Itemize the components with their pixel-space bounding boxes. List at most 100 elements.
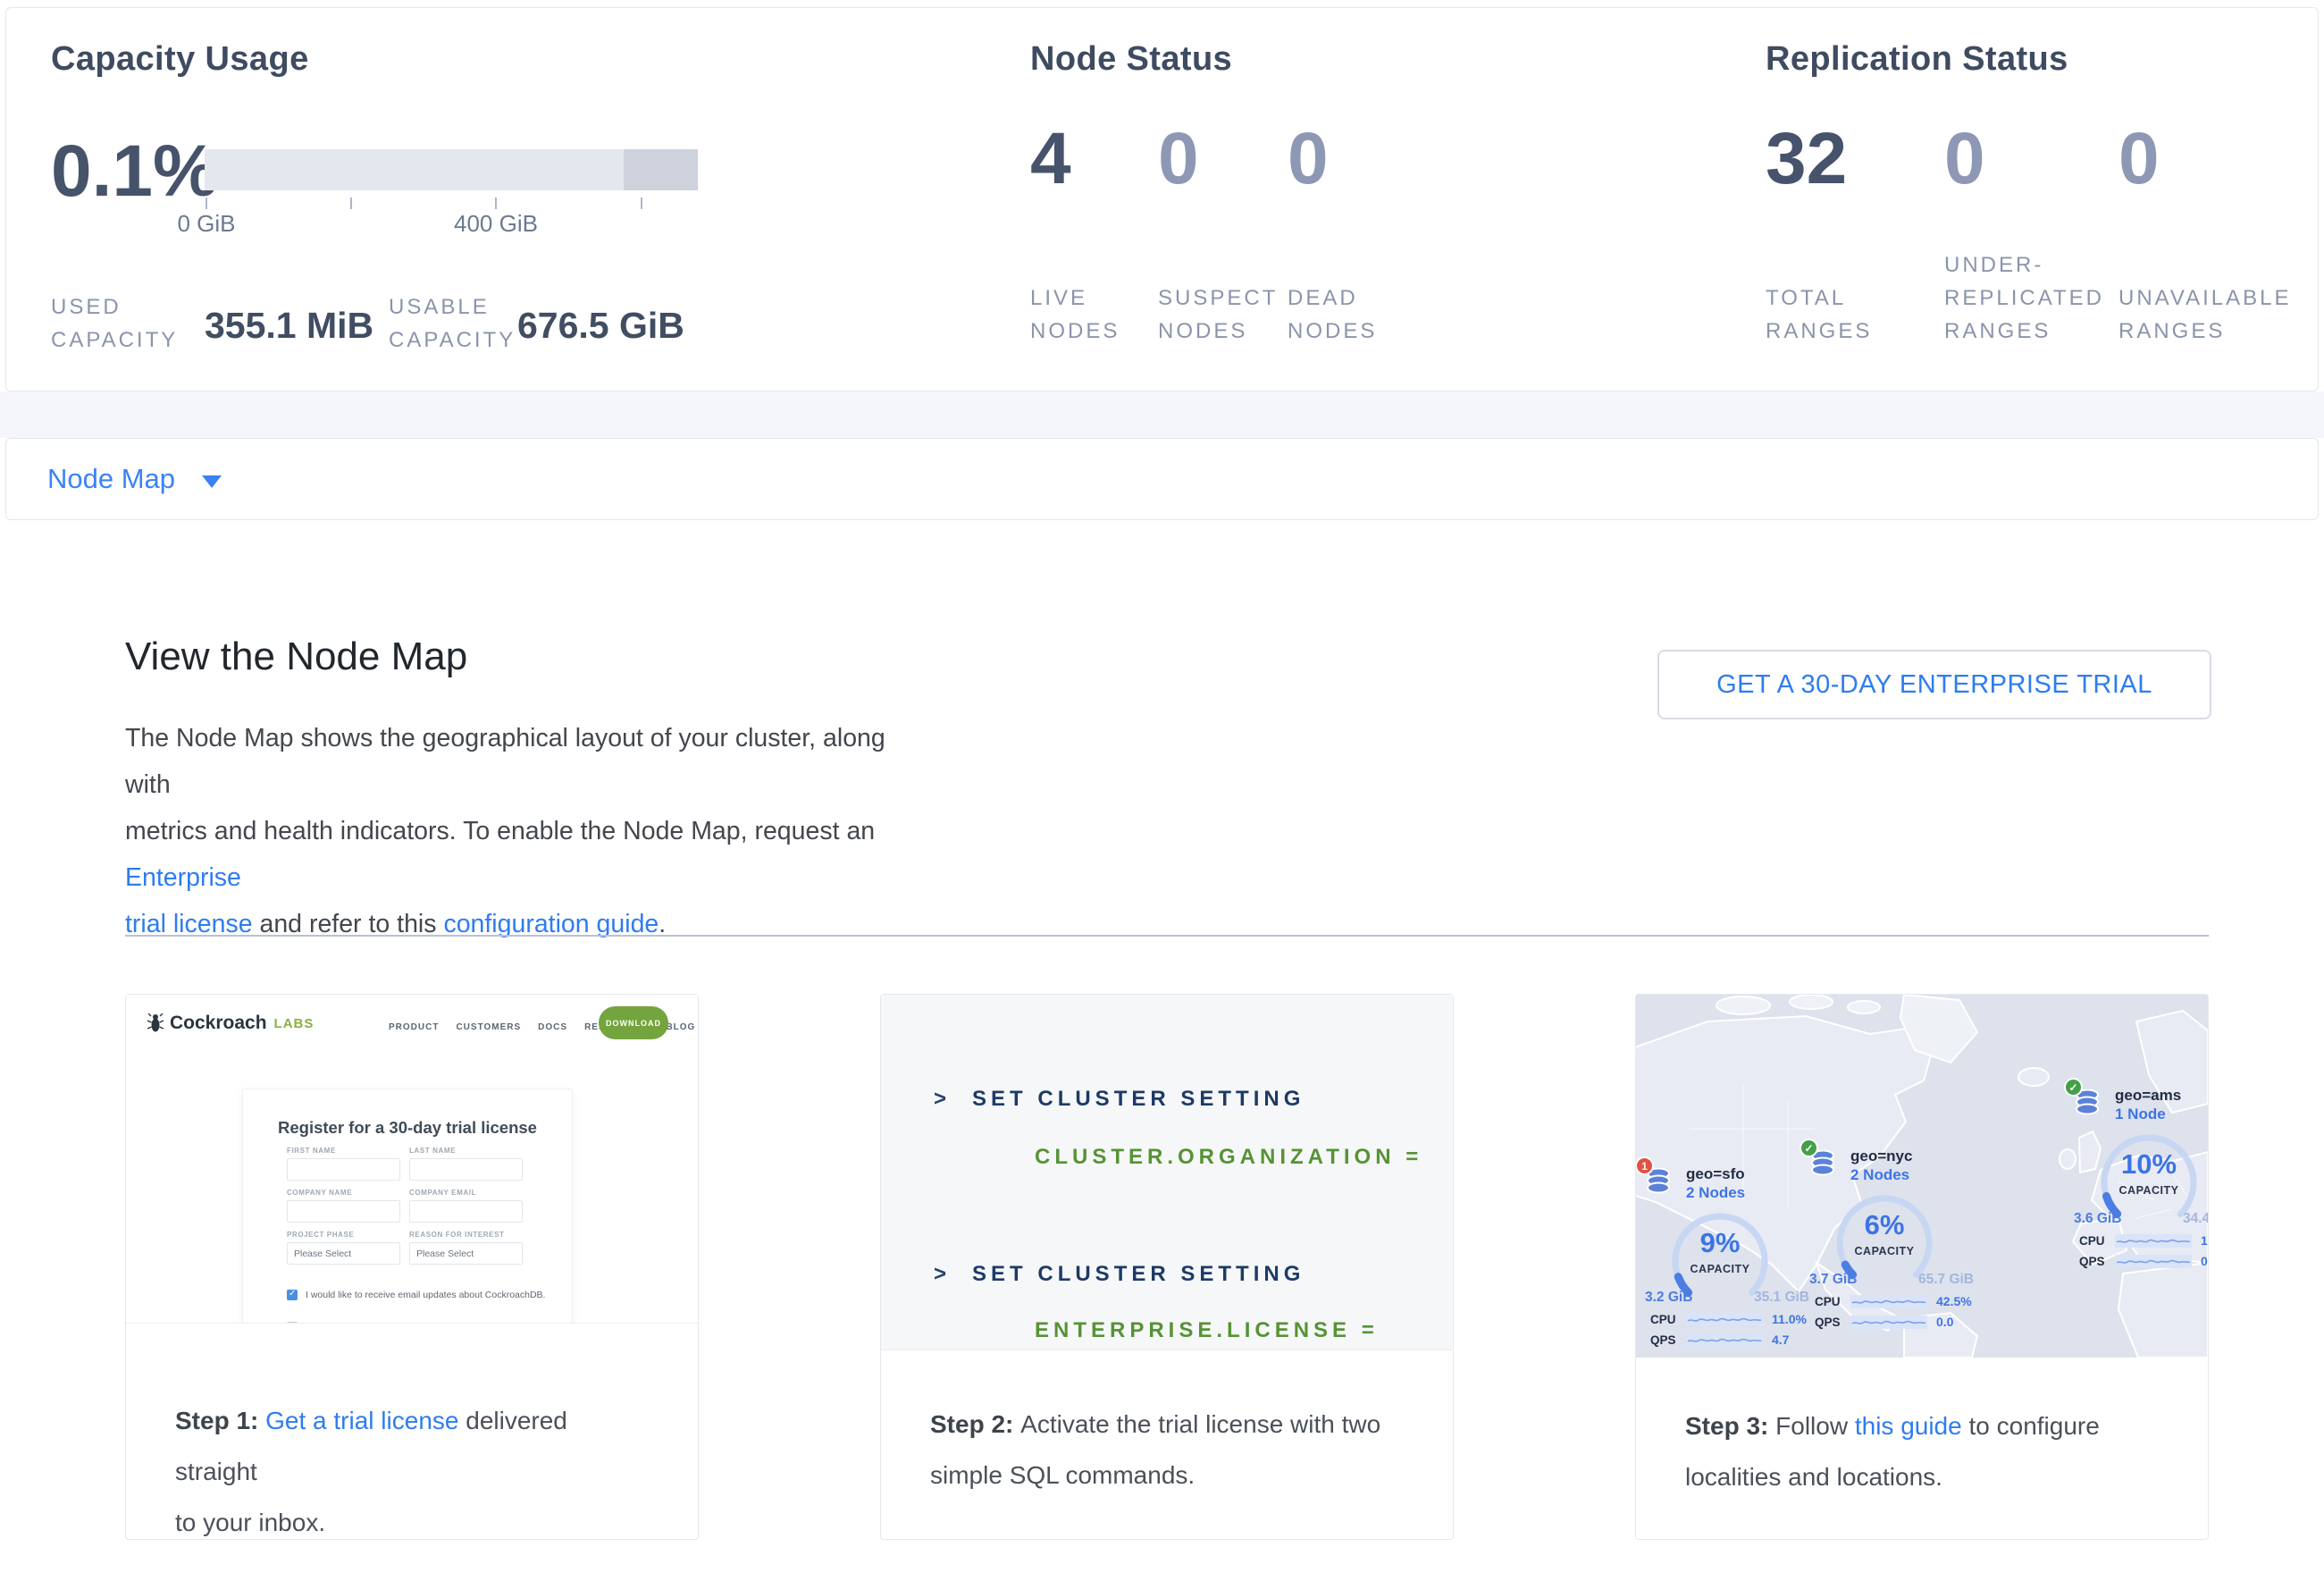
node-map-dropdown-label[interactable]: Node Map (47, 463, 175, 495)
capacity-bar (205, 149, 698, 190)
stat-column: 0UNAVAILABLE RANGES (2118, 122, 2160, 351)
form-field: LAST NAME (409, 1147, 523, 1181)
stat-value: 32 (1766, 118, 1847, 199)
capacity-percent-value: 6% (1829, 1209, 1940, 1241)
field-input-graphic (287, 1158, 400, 1181)
used-capacity-label: USED CAPACITY (51, 290, 178, 357)
locality-name: geo=sfo (1686, 1164, 1815, 1183)
qps-label: QPS (1815, 1316, 1850, 1329)
node-map-screenshot: 1geo=sfo2 Nodes9%CAPACITY3.2 GiB35.1 GiB… (1636, 995, 2208, 1358)
registration-form: Register for a 30-day trial license FIRS… (242, 1089, 573, 1324)
stat-label: SUSPECT NODES (1158, 282, 1278, 348)
cockroach-labs-logo: Cockroach LABS (147, 1013, 314, 1034)
field-input-graphic: Please Select (287, 1242, 400, 1265)
inline-link[interactable]: Enterprise trial license (125, 863, 253, 938)
inline-link[interactable]: Get a trial license (265, 1407, 458, 1434)
checkbox-row: I agree to the Software License Agreemen… (287, 1322, 545, 1324)
stat-label: UNAVAILABLE RANGES (2118, 282, 2292, 348)
stat-value: 0 (1944, 118, 1985, 199)
field-input-graphic (287, 1200, 400, 1223)
checkbox-graphic (287, 1290, 298, 1300)
form-field: FIRST NAME (287, 1147, 400, 1181)
locality-marker-sfo: 1geo=sfo2 Nodes9%CAPACITY3.2 GiB35.1 GiB… (1645, 1164, 1815, 1347)
qps-value: 0.0 (1936, 1315, 1953, 1329)
status-ok-icon: ✓ (1800, 1139, 1818, 1157)
qps-row: QPS 4.7 (1650, 1333, 1815, 1347)
stat-label: TOTAL RANGES (1766, 282, 1872, 348)
section-separator-band (0, 391, 2324, 438)
status-error-icon: 1 (1636, 1156, 1654, 1175)
capacity-caption: CAPACITY (1665, 1263, 1775, 1275)
capacity-gauge: 6% CAPACITY (1829, 1188, 1940, 1275)
stat-column: 32TOTAL RANGES (1766, 122, 1847, 351)
field-label: PROJECT PHASE (287, 1231, 400, 1239)
usable-capacity-value: 676.5 GiB (517, 305, 684, 347)
qps-sparkline (2115, 1255, 2192, 1268)
checkbox-label: I agree to the Software License Agreemen… (306, 1322, 486, 1324)
capacity-usage-title: Capacity Usage (51, 40, 309, 79)
step-1-caption: Step 1: Get a trial license delivered st… (126, 1324, 698, 1548)
qps-row: QPS0.0 (2079, 1254, 2208, 1268)
qps-value: 4.7 (1772, 1333, 1789, 1347)
form-field: COMPANY NAME (287, 1189, 400, 1223)
form-field: COMPANY EMAIL (409, 1189, 523, 1223)
sql-line-4: ENTERPRISE.LICENSE = (1035, 1318, 1379, 1343)
capacity-percent-value: 9% (1665, 1227, 1775, 1259)
node-map-dropdown[interactable]: Node Map (5, 438, 2319, 520)
capacity-caption: CAPACITY (2093, 1184, 2204, 1197)
enterprise-trial-button[interactable]: GET A 30-DAY ENTERPRISE TRIAL (1657, 650, 2211, 719)
field-label: REASON FOR INTEREST (409, 1231, 523, 1239)
cpu-value: 11.0% (1772, 1312, 1807, 1326)
qps-label: QPS (2079, 1255, 2115, 1268)
stat-column: 4LIVE NODES (1030, 122, 1071, 351)
replication-status-stats: 32TOTAL RANGES0UNDER- REPLICATED RANGES0… (1766, 122, 2320, 351)
stat-label: LIVE NODES (1030, 282, 1120, 348)
usable-capacity-label: USABLE CAPACITY (389, 290, 516, 357)
field-input-graphic (409, 1200, 523, 1223)
stat-value: 4 (1030, 118, 1071, 199)
capacity-percent-value: 10% (2093, 1148, 2204, 1181)
stat-value: 0 (1158, 118, 1199, 199)
inline-link[interactable]: this guide (1855, 1412, 1962, 1440)
replication-status-title: Replication Status (1766, 40, 2068, 79)
locality-name: geo=nyc (1850, 1147, 1979, 1165)
chevron-down-icon (202, 475, 222, 488)
stat-label: DEAD NODES (1288, 282, 1377, 348)
stat-value: 0 (2118, 118, 2160, 199)
field-input-graphic: Please Select (409, 1242, 523, 1265)
node-map-description: The Node Map shows the geographical layo… (125, 715, 894, 947)
capacity-caption: CAPACITY (1829, 1245, 1940, 1257)
capacity-bar-dark-segment (624, 149, 698, 190)
site-nav-item: CUSTOMERS (456, 1022, 521, 1032)
capacity-bar-chart: 0 GiB 400 GiB (205, 149, 698, 237)
license-agreement-link-graphic: Software License Agreement. (364, 1322, 486, 1324)
form-field: PROJECT PHASE Please Select (287, 1231, 400, 1265)
capacity-gauge: 9% CAPACITY (1665, 1206, 1775, 1293)
node-status-stats: 4LIVE NODES 0SUSPECT NODES 0DEAD NODES (1030, 122, 1709, 351)
page-title: View the Node Map (125, 635, 467, 679)
capacity-percent: 0.1% (51, 130, 218, 214)
sql-commands-graphic: >SET CLUSTER SETTING CLUSTER.ORGANIZATIO… (881, 995, 1453, 1350)
capacity-axis-ticks (205, 196, 698, 210)
site-nav-item: DOCS (538, 1022, 567, 1032)
site-nav-item: BLOG (666, 1022, 695, 1032)
capacity-gauge: 10% CAPACITY (2093, 1127, 2204, 1215)
registration-screenshot: Cockroach LABS PRODUCTCUSTOMERSDOCSRESOU… (126, 995, 698, 1324)
step-1-card: Cockroach LABS PRODUCTCUSTOMERSDOCSRESOU… (125, 994, 699, 1540)
checkbox-row: I would like to receive email updates ab… (287, 1290, 545, 1300)
locality-name: geo=ams (2115, 1086, 2208, 1105)
stat-value: 0 (1288, 118, 1329, 199)
locality-marker-nyc: ✓geo=nyc2 Nodes6%CAPACITY3.7 GiB65.7 GiB… (1809, 1147, 1979, 1329)
node-status-title: Node Status (1030, 40, 1232, 79)
qps-label: QPS (1650, 1333, 1686, 1347)
registration-form-title: Register for a 30-day trial license (243, 1118, 572, 1138)
qps-sparkline (1686, 1333, 1763, 1347)
field-input-graphic (409, 1158, 523, 1181)
stat-column: 0SUSPECT NODES (1158, 122, 1199, 351)
stat-column: 0DEAD NODES (1288, 122, 1329, 351)
sql-line-2: CLUSTER.ORGANIZATION = (1035, 1145, 1422, 1170)
status-ok-icon: ✓ (2064, 1078, 2083, 1097)
locality-marker-ams: ✓geo=ams1 Node10%CAPACITY3.6 GiB34.4 GiB… (2074, 1086, 2208, 1268)
locality-node-count: 2 Nodes (1686, 1183, 1815, 1202)
locality-node-count: 1 Node (2115, 1105, 2208, 1123)
